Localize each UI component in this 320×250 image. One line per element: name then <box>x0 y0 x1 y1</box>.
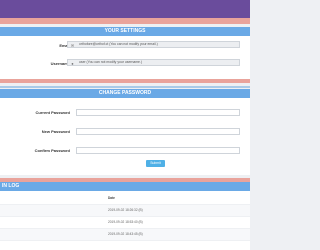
table-row: 2019-09-02 18:26:32 (B) <box>0 205 250 217</box>
settings-section: YOUR SETTINGS Email ✉ orthofore@orthof.c… <box>0 27 250 79</box>
log-header-row: Date <box>0 193 250 205</box>
username-value: user (You can not modify your username.) <box>79 60 143 64</box>
new-password-label: New Password <box>41 129 70 134</box>
email-label: Email <box>59 43 70 48</box>
login-log-section: IN LOG Date 2019-09-02 18:26:32 (B) 2019… <box>0 182 250 250</box>
log-date-cell: 2019-09-02 18:43:45 (B) <box>108 232 143 236</box>
confirm-password-input[interactable] <box>76 147 240 154</box>
email-value: orthofore@orthof.ct (You can not modify … <box>79 42 158 46</box>
new-password-input[interactable] <box>76 128 240 135</box>
current-password-label: Current Password <box>35 110 70 115</box>
settings-section-title: YOUR SETTINGS <box>0 27 250 36</box>
username-field: ● user (You can not modify your username… <box>67 59 240 66</box>
table-row: 2019-09-02 18:53:40 (B) <box>0 217 250 229</box>
submit-button[interactable]: Submit <box>146 160 165 167</box>
user-icon: ● <box>71 60 74 66</box>
date-column-header: Date <box>108 196 115 200</box>
confirm-password-label: Confirm Password <box>34 148 70 153</box>
section-divider-blue <box>0 86 250 88</box>
table-row: 2019-09-02 18:43:45 (B) <box>0 229 250 241</box>
email-field: ✉ orthofore@orthof.ct (You can not modif… <box>67 41 240 48</box>
username-label: Username <box>50 61 70 66</box>
top-header-bar <box>0 0 250 18</box>
change-password-section: CHANGE PASSWORD Current Password New Pas… <box>0 89 250 175</box>
change-password-title: CHANGE PASSWORD <box>0 89 250 98</box>
login-log-title: IN LOG <box>0 182 250 191</box>
section-divider <box>0 79 250 83</box>
log-date-cell: 2019-09-02 18:53:40 (B) <box>108 220 143 224</box>
envelope-icon: ✉ <box>70 42 75 48</box>
log-date-cell: 2019-09-02 18:26:32 (B) <box>108 208 143 212</box>
current-password-input[interactable] <box>76 109 240 116</box>
header-accent-stripe <box>0 18 250 24</box>
